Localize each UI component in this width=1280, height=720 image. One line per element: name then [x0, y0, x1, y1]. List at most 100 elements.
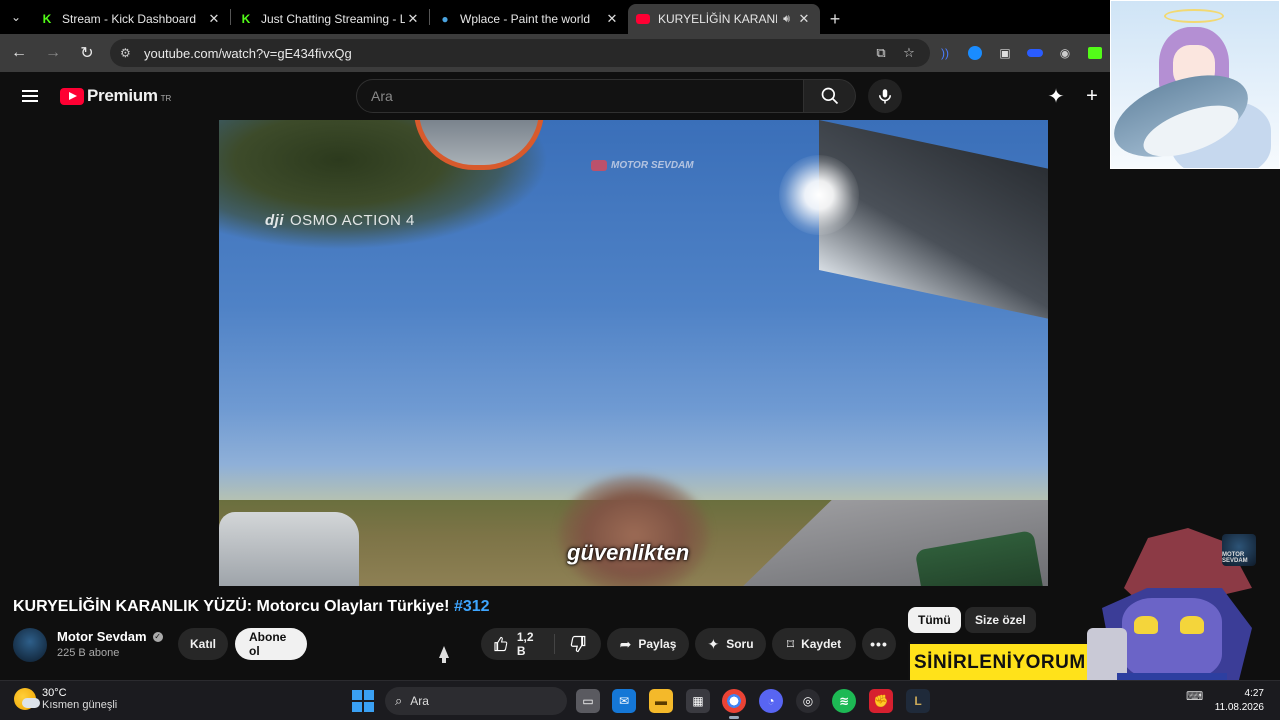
task-view-icon[interactable]: ▭	[576, 689, 600, 713]
new-tab-button[interactable]: +	[820, 4, 850, 34]
create-plus-icon[interactable]: +	[1074, 78, 1110, 114]
video-title: KURYELİĞİN KARANLIK YÜZÜ: Motorcu Olayla…	[13, 598, 490, 616]
menu-hamburger-icon[interactable]	[0, 95, 60, 97]
overlay-logo-text: MOTOR SEVDAM	[1222, 552, 1248, 564]
forward-icon[interactable]: →	[38, 38, 68, 68]
logo-text: Premium	[87, 86, 158, 105]
search-button[interactable]	[804, 79, 856, 113]
back-icon[interactable]: ←	[4, 38, 34, 68]
channel-avatar[interactable]	[13, 628, 47, 662]
weather-description: Kısmen güneşli	[42, 699, 118, 711]
thumbs-up-icon	[494, 636, 508, 652]
channel-watermark: MOTOR SEVDAM	[591, 160, 694, 171]
tray-icon[interactable]: ⌨	[1186, 689, 1203, 703]
bookmark-star-icon[interactable]: ☆	[898, 45, 920, 61]
search-icon	[821, 87, 838, 105]
extension-tampermonkey-icon[interactable]: ◉	[1050, 38, 1080, 68]
tab-search-chevron-icon[interactable]: ⌄	[0, 0, 32, 34]
site-settings-icon[interactable]: ⚙︎	[120, 46, 134, 60]
close-tab-icon[interactable]: ✕	[405, 11, 421, 27]
subscribe-button[interactable]: Abone ol	[235, 628, 307, 660]
country-code: TR	[160, 94, 172, 103]
halo	[1164, 9, 1224, 23]
youtube-logo[interactable]: Premium TR	[60, 86, 356, 106]
like-dislike-group: 1,2 B	[481, 628, 601, 660]
clock[interactable]: 4:27 11.08.2026	[1215, 687, 1264, 715]
channel-name[interactable]: Motor Sevdam ✓	[57, 629, 163, 644]
temperature: 30°C	[42, 687, 67, 699]
close-tab-icon[interactable]: ✕	[206, 11, 222, 27]
mouse-cursor-icon	[439, 646, 449, 663]
character-face	[1122, 598, 1222, 678]
discord-icon[interactable]: ◔	[759, 689, 783, 713]
league-icon[interactable]: L	[906, 689, 930, 713]
speaker-icon[interactable]: 🔊︎	[783, 13, 790, 26]
windows-start-icon[interactable]	[352, 690, 374, 712]
tab-title: Stream - Kick Dashboard	[62, 12, 197, 26]
video-player[interactable]: dji OSMO ACTION 4 MOTOR SEVDAM güvenlikte…	[219, 120, 1048, 586]
extension-bitwarden-icon[interactable]	[1020, 38, 1050, 68]
extension-wave-icon[interactable]: ))	[930, 38, 960, 68]
channel-name-text[interactable]: Motor Sevdam	[57, 629, 147, 644]
reload-icon[interactable]: ↻	[72, 38, 102, 68]
close-tab-icon[interactable]: ✕	[604, 11, 620, 27]
taskbar-search-label: Ara	[410, 694, 429, 708]
browser-tab-2[interactable]: K Just Chatting Streaming - Live S ✕	[231, 4, 429, 34]
riot-icon[interactable]: ✊	[869, 689, 893, 713]
close-tab-icon[interactable]: ✕	[796, 11, 812, 27]
blurred-face	[559, 475, 709, 586]
chip-for-you[interactable]: Size özel	[965, 607, 1036, 633]
address-bar[interactable]: ⚙︎ youtube.com/watch?v=gE434fivxQg ⧉ ☆	[110, 39, 930, 67]
search-input[interactable]: Ara	[356, 79, 804, 113]
partly-sunny-icon	[14, 688, 40, 710]
microsoft-store-icon[interactable]: ▦	[686, 689, 710, 713]
character-eye	[1134, 616, 1158, 634]
microphone-icon	[879, 89, 891, 104]
browser-tab-4-active[interactable]: KURYELİĞİN KARANLIK YÜZ 🔊︎ ✕	[628, 4, 820, 34]
install-app-icon[interactable]: ⧉	[870, 45, 892, 61]
time: 4:27	[1244, 688, 1264, 699]
parked-car	[219, 512, 359, 586]
browser-tab-1[interactable]: K Stream - Kick Dashboard ✕	[32, 4, 230, 34]
extension-pip-icon[interactable]: ▣	[990, 38, 1020, 68]
puzzle-extension-icon[interactable]: ✦	[1038, 78, 1074, 114]
save-button[interactable]: ⌑ Kaydet	[772, 628, 856, 660]
chrome-icon[interactable]	[722, 689, 746, 719]
subscriber-count: 225 B abone	[57, 647, 120, 659]
camera-watermark: dji OSMO ACTION 4	[265, 212, 415, 229]
url-text[interactable]: youtube.com/watch?v=gE434fivxQg	[144, 46, 864, 61]
header-right-actions: ✦ +	[1038, 78, 1110, 114]
globe-icon: ●	[441, 12, 449, 26]
verified-check-icon: ✓	[152, 631, 163, 642]
extension-7tv-icon[interactable]	[1080, 38, 1110, 68]
youtube-play-icon	[60, 87, 84, 105]
chip-all[interactable]: Tümü	[908, 607, 961, 633]
youtube-icon	[636, 12, 650, 26]
extension-shazam-icon[interactable]	[960, 38, 990, 68]
taskbar-search[interactable]: ⌕ Ara	[385, 687, 567, 715]
channel-watermark-text: MOTOR SEVDAM	[611, 160, 694, 171]
outlook-icon[interactable]: ✉	[612, 689, 636, 713]
hashtag-link[interactable]: #312	[454, 598, 490, 615]
tab-title: Wplace - Paint the world	[460, 12, 591, 26]
dislike-button[interactable]	[555, 635, 601, 653]
share-button[interactable]: ➦ Paylaş	[607, 628, 689, 660]
file-explorer-icon[interactable]: ▬	[649, 689, 673, 713]
sun-glare	[779, 155, 859, 235]
kick-icon: K	[241, 12, 251, 26]
join-button[interactable]: Katıl	[178, 628, 228, 660]
video-subtitle: güvenlikten	[567, 540, 690, 565]
youtube-header: Premium TR Ara ✦ +	[0, 72, 1110, 120]
spotify-icon[interactable]: ≋	[832, 689, 856, 713]
share-arrow-icon: ➦	[619, 635, 632, 652]
weather-widget[interactable]: 30°C Kısmen güneşli	[14, 687, 117, 711]
save-label: Kaydet	[801, 637, 842, 651]
ask-button[interactable]: ✦ Soru	[695, 628, 766, 660]
camera-brand: dji	[265, 212, 284, 229]
voice-search-button[interactable]	[868, 79, 902, 113]
windows-taskbar: 30°C Kısmen güneşli ⌕ Ara ▭ ✉ ▬ ▦ ◔ ◎ ≋ …	[0, 680, 1280, 720]
more-actions-button[interactable]: •••	[862, 628, 896, 660]
like-button[interactable]: 1,2 B	[481, 630, 555, 658]
obs-icon[interactable]: ◎	[796, 689, 820, 713]
browser-tab-3[interactable]: ● Wplace - Paint the world ✕	[430, 4, 628, 34]
